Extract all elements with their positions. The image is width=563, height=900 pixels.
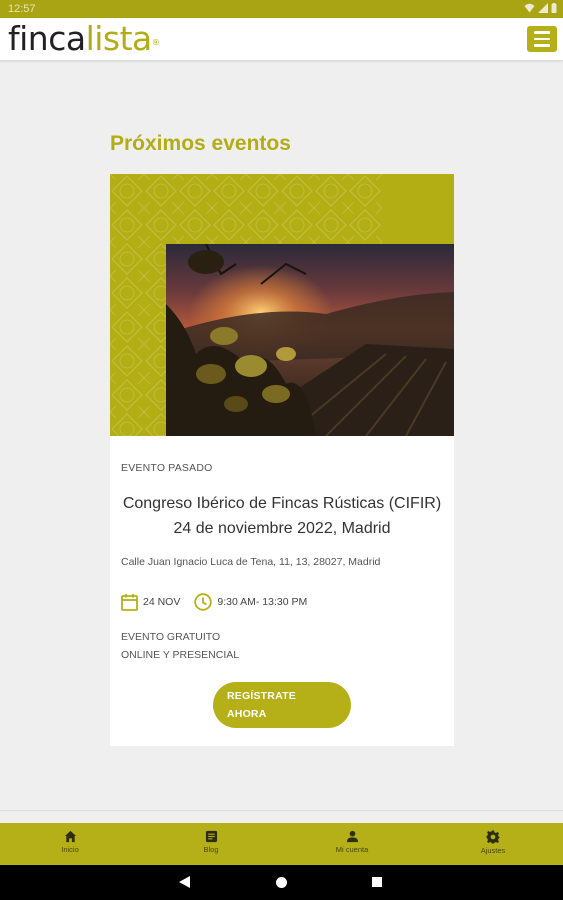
fincalista-logo[interactable]: fincalista® [8, 19, 160, 58]
hamburger-menu-button[interactable] [527, 26, 557, 52]
event-card: EVENTO PASADO Congreso Ibérico de Fincas… [110, 174, 454, 746]
event-date: 24 NOV [143, 596, 181, 608]
event-banner [110, 174, 454, 436]
register-button[interactable]: REGÍSTRATE AHORA [213, 682, 351, 728]
nav-label-account: Mi cuenta [335, 845, 369, 854]
system-nav-bar [0, 865, 563, 900]
bottom-divider [0, 810, 563, 811]
event-title[interactable]: Congreso Ibérico de Fincas Rústicas (CIF… [122, 491, 442, 541]
status-time: 12:57 [8, 3, 36, 15]
nav-item-settings[interactable]: Ajustes [453, 823, 533, 865]
signal-icon [538, 3, 548, 13]
register-label-line1: REGÍSTRATE [227, 690, 296, 702]
status-icons [524, 3, 557, 13]
clock-icon [194, 593, 213, 611]
event-time: 9:30 AM- 13:30 PM [217, 596, 308, 608]
nav-item-blog[interactable]: Blog [171, 823, 251, 865]
vineyard-sunset-photo [166, 244, 454, 436]
logo-text-finca: finca [8, 19, 86, 58]
status-bar: 12:57 [0, 0, 563, 18]
logo-text-lista: lista [85, 19, 153, 58]
battery-icon [551, 3, 557, 13]
section-title: Próximos eventos [110, 132, 291, 155]
menu-icon-bar [534, 37, 550, 41]
nav-label-settings: Ajustes [480, 846, 506, 855]
home-circle-icon[interactable] [276, 877, 287, 888]
blog-icon [205, 830, 217, 843]
bottom-nav: Inicio Blog Mi cuenta Ajustes [0, 823, 563, 865]
register-label-line2: AHORA [227, 708, 267, 720]
back-icon[interactable] [179, 876, 190, 888]
event-status: EVENTO PASADO [121, 462, 213, 474]
account-icon [346, 830, 358, 843]
logo-registered-mark: ® [151, 38, 160, 47]
event-price: EVENTO GRATUITO [121, 631, 221, 643]
nav-item-account[interactable]: Mi cuenta [312, 823, 392, 865]
menu-icon-bar [534, 31, 550, 34]
event-mode: ONLINE Y PRESENCIAL [121, 649, 240, 661]
nav-item-home[interactable]: Inicio [30, 823, 110, 865]
recent-apps-icon[interactable] [372, 877, 382, 887]
settings-icon [486, 830, 500, 844]
event-address: Calle Juan Ignacio Luca de Tena, 11, 13,… [121, 556, 381, 568]
wifi-icon [524, 3, 535, 13]
home-icon [64, 830, 76, 843]
app-header: fincalista® [0, 18, 563, 61]
nav-label-blog: Blog [203, 845, 219, 854]
nav-label-home: Inicio [61, 845, 79, 854]
menu-icon-bar [534, 44, 550, 47]
calendar-icon [121, 594, 138, 611]
event-date-time: 24 NOV 9:30 AM- 13:30 PM [121, 593, 307, 611]
